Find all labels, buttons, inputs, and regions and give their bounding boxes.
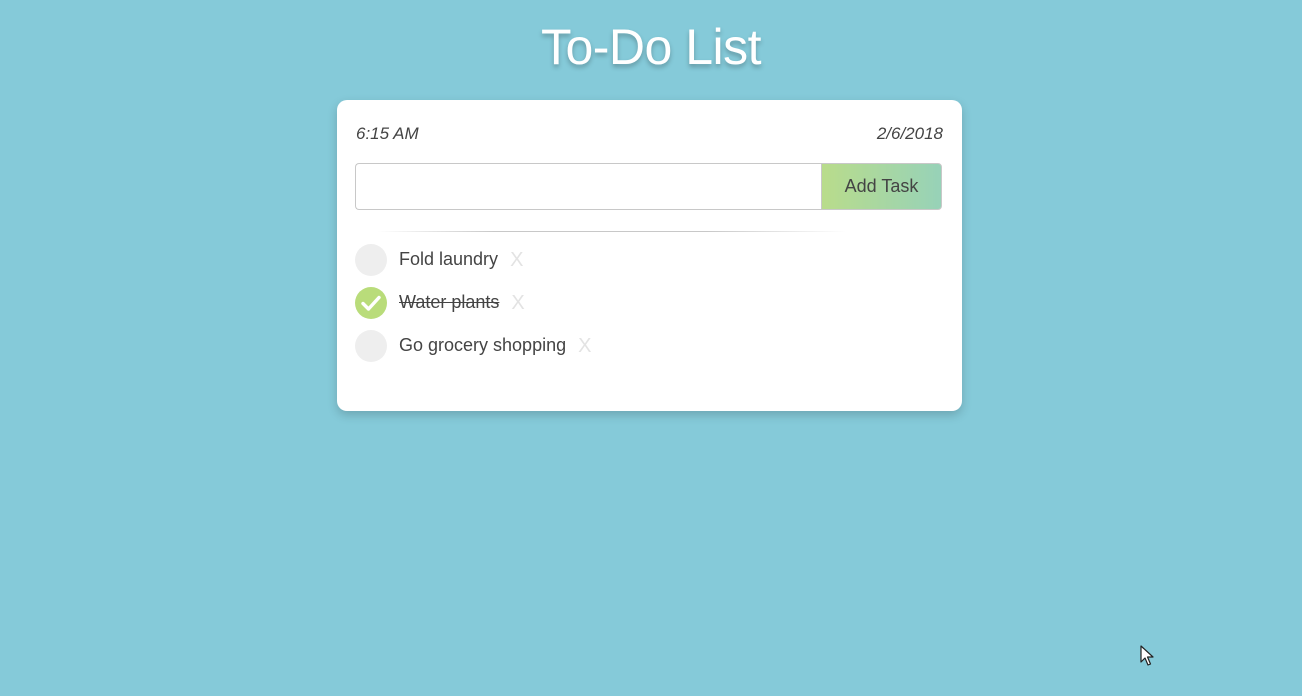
- delete-task-icon[interactable]: X: [510, 249, 523, 272]
- task-label: Fold laundry: [399, 249, 499, 269]
- todo-card: 6:15 AM 2/6/2018 Add Task Fold laundry X…: [337, 100, 962, 411]
- current-date: 2/6/2018: [876, 124, 943, 143]
- task-label: Water plants: [399, 292, 500, 312]
- checkmark-icon: [361, 295, 381, 311]
- task-checkbox[interactable]: [355, 286, 387, 319]
- delete-task-icon[interactable]: X: [511, 292, 524, 315]
- delete-task-icon[interactable]: X: [578, 335, 591, 358]
- task-label: Go grocery shopping: [399, 335, 567, 355]
- mouse-pointer-icon: [1140, 645, 1154, 666]
- task-list: Fold laundry X Water plants X Go grocery…: [355, 243, 591, 372]
- current-time: 6:15 AM: [356, 124, 419, 143]
- task-item: Fold laundry X: [355, 243, 591, 276]
- new-task-input[interactable]: [355, 163, 822, 210]
- divider: [377, 231, 847, 232]
- task-item: Go grocery shopping X: [355, 329, 591, 362]
- task-checkbox[interactable]: [355, 329, 387, 362]
- task-checkbox[interactable]: [355, 243, 387, 276]
- add-task-button[interactable]: Add Task: [821, 163, 942, 210]
- page-title: To-Do List: [540, 19, 762, 75]
- task-item: Water plants X: [355, 286, 591, 319]
